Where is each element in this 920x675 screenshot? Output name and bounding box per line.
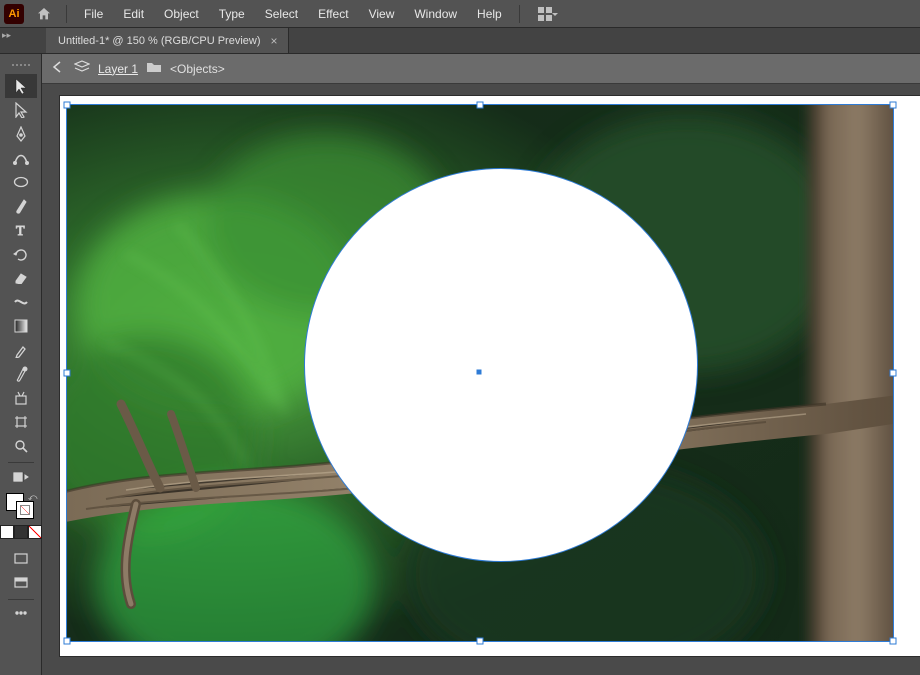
close-icon[interactable]: × — [271, 34, 278, 48]
toolbox-separator — [8, 462, 34, 463]
artboard-tool[interactable] — [5, 410, 37, 434]
rotate-tool[interactable] — [5, 242, 37, 266]
menu-help[interactable]: Help — [468, 3, 511, 25]
back-icon[interactable] — [52, 61, 66, 76]
artboard[interactable] — [60, 96, 920, 656]
layer-breadcrumb-bar: Layer 1 <Objects> — [42, 54, 920, 84]
panel-grip-icon[interactable] — [6, 64, 36, 70]
svg-text:T: T — [16, 224, 25, 237]
menu-divider — [519, 5, 520, 23]
pen-tool[interactable] — [5, 122, 37, 146]
screen-mode-button[interactable] — [5, 547, 37, 571]
width-tool[interactable] — [5, 290, 37, 314]
gradient-tool[interactable] — [5, 314, 37, 338]
change-screen-button[interactable] — [5, 571, 37, 595]
edit-toolbar-button[interactable] — [5, 467, 37, 487]
toolbox: T ⤺ — [0, 54, 42, 675]
swap-fill-stroke-icon[interactable]: ⤺ — [28, 492, 38, 503]
home-icon[interactable] — [30, 0, 58, 28]
ellipse-shape[interactable] — [304, 168, 698, 562]
fill-stroke-swatches[interactable]: ⤺ — [6, 493, 36, 519]
toolbox-more-button[interactable] — [5, 604, 37, 622]
paintbrush-tool[interactable] — [5, 194, 37, 218]
selection-center-point[interactable] — [477, 370, 482, 375]
selection-tool[interactable] — [5, 74, 37, 98]
scissors-tool[interactable] — [5, 386, 37, 410]
objects-label: <Objects> — [170, 62, 225, 76]
menu-view[interactable]: View — [360, 3, 404, 25]
app-icon: Ai — [4, 4, 24, 24]
blob-brush-tool[interactable] — [5, 362, 37, 386]
document-tabbar: Untitled-1* @ 150 % (RGB/CPU Preview) × — [0, 28, 920, 54]
layers-icon[interactable] — [74, 60, 90, 77]
eyedropper-tool[interactable] — [5, 338, 37, 362]
eraser-tool[interactable] — [5, 266, 37, 290]
panel-expand-icon[interactable]: ▸▸ — [2, 30, 14, 38]
menu-effect[interactable]: Effect — [309, 3, 357, 25]
ellipse-tool[interactable] — [5, 170, 37, 194]
stroke-swatch[interactable] — [16, 501, 34, 519]
document-tab-title: Untitled-1* @ 150 % (RGB/CPU Preview) — [58, 35, 261, 47]
type-tool[interactable]: T — [5, 218, 37, 242]
menu-object[interactable]: Object — [155, 3, 208, 25]
canvas-area[interactable] — [42, 84, 920, 675]
curvature-tool[interactable] — [5, 146, 37, 170]
menu-edit[interactable]: Edit — [114, 3, 153, 25]
zoom-tool[interactable] — [5, 434, 37, 458]
menu-type[interactable]: Type — [210, 3, 254, 25]
menu-window[interactable]: Window — [405, 3, 466, 25]
document-tab[interactable]: Untitled-1* @ 150 % (RGB/CPU Preview) × — [46, 28, 289, 53]
layer-name-link[interactable]: Layer 1 — [98, 62, 138, 76]
folder-icon — [146, 61, 162, 76]
menu-file[interactable]: File — [75, 3, 112, 25]
color-mode-solid[interactable] — [0, 525, 14, 539]
menu-select[interactable]: Select — [256, 3, 307, 25]
color-mode-none[interactable] — [28, 525, 42, 539]
top-menubar: Ai File Edit Object Type Select Effect V… — [0, 0, 920, 28]
menu-divider — [66, 5, 67, 23]
direct-selection-tool[interactable] — [5, 98, 37, 122]
draw-mode-row — [0, 525, 42, 539]
color-mode-gradient[interactable] — [14, 525, 28, 539]
toolbox-separator — [8, 599, 34, 600]
workspace-switcher[interactable] — [536, 4, 562, 24]
